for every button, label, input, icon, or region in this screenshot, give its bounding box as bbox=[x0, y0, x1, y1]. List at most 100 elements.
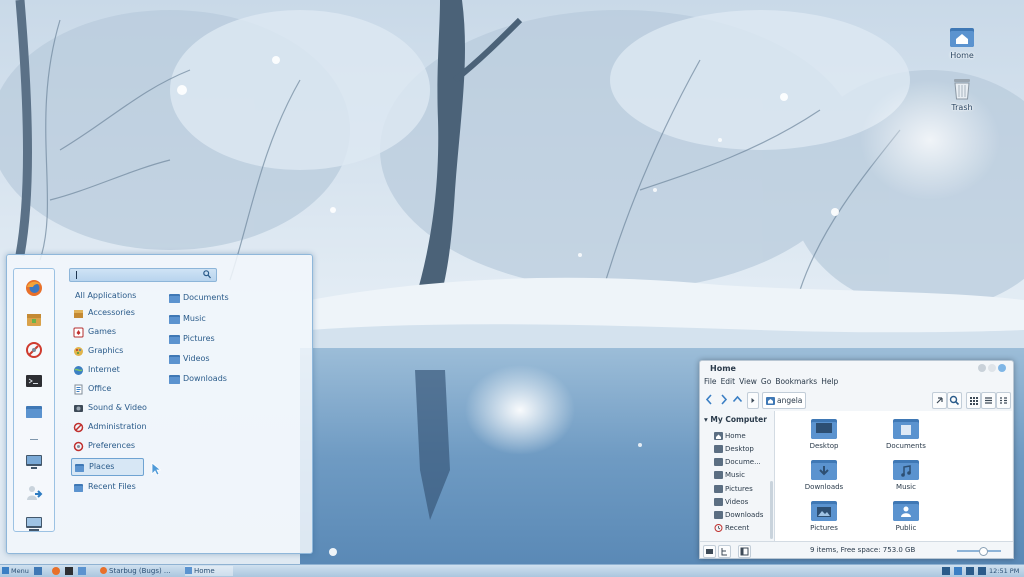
menu-icon bbox=[2, 567, 9, 574]
sound-video-icon bbox=[74, 405, 83, 412]
forward-arrow-icon[interactable] bbox=[717, 392, 730, 407]
tree-toggle-icon[interactable] bbox=[718, 545, 731, 558]
compact-view-icon[interactable] bbox=[996, 392, 1011, 409]
icon-view-icon[interactable] bbox=[966, 392, 981, 409]
office-icon bbox=[74, 384, 83, 395]
search-icon[interactable] bbox=[947, 392, 962, 409]
category-recent-files[interactable]: Recent Files bbox=[71, 479, 145, 495]
menu-go[interactable]: Go bbox=[761, 376, 771, 388]
zoom-slider[interactable] bbox=[957, 547, 1001, 556]
logout-icon[interactable] bbox=[25, 484, 43, 502]
sidebar: ▾ My Computer Home Desktop Docume... Mus… bbox=[700, 411, 775, 541]
menu-view[interactable]: View bbox=[739, 376, 757, 388]
public-folder-icon bbox=[893, 501, 919, 521]
menu-file[interactable]: File bbox=[704, 376, 717, 388]
category-office[interactable]: Office bbox=[71, 381, 145, 397]
desktop-icon-label: Home bbox=[950, 51, 974, 60]
file-manager-window: Home File Edit View Go Bookmarks Help angela … bbox=[699, 360, 1014, 559]
up-arrow-icon[interactable] bbox=[731, 392, 744, 407]
network-icon[interactable] bbox=[942, 567, 950, 575]
desktop-icon-home[interactable]: Home bbox=[942, 26, 982, 60]
category-places[interactable]: Places bbox=[71, 458, 144, 476]
category-preferences[interactable]: Preferences bbox=[71, 438, 145, 454]
show-desktop-icon[interactable] bbox=[34, 567, 42, 575]
category-games[interactable]: Games bbox=[71, 324, 145, 340]
places-folder-icon bbox=[75, 464, 84, 472]
file-pictures[interactable]: Pictures bbox=[799, 501, 849, 532]
hide-sidebar-icon[interactable] bbox=[738, 545, 751, 558]
file-documents[interactable]: Documents bbox=[881, 419, 931, 450]
sidebar-scrollbar[interactable] bbox=[770, 481, 773, 539]
computer-icon[interactable] bbox=[25, 515, 43, 533]
category-administration[interactable]: Administration bbox=[71, 419, 147, 435]
firefox-icon[interactable] bbox=[25, 279, 43, 297]
status-bar: 9 items, Free space: 753.0 GB bbox=[700, 541, 1013, 559]
home-icon bbox=[714, 432, 723, 440]
menu-search-input[interactable] bbox=[69, 268, 217, 282]
separator bbox=[30, 439, 38, 440]
documents-folder-icon bbox=[893, 419, 919, 439]
maximize-button[interactable] bbox=[988, 364, 996, 372]
menu-bar: File Edit View Go Bookmarks Help bbox=[700, 376, 838, 388]
desktop-icon-trash[interactable]: Trash bbox=[942, 76, 982, 112]
category-internet[interactable]: Internet bbox=[71, 362, 145, 378]
files-launcher-icon[interactable] bbox=[78, 567, 86, 575]
firefox-icon bbox=[100, 567, 107, 574]
file-music[interactable]: Music bbox=[881, 460, 931, 491]
menu-button[interactable]: Menu bbox=[2, 566, 29, 576]
breadcrumb-angela[interactable]: angela bbox=[762, 392, 806, 409]
graphics-icon bbox=[74, 347, 83, 356]
toggle-location-icon[interactable] bbox=[747, 392, 759, 409]
category-all-applications[interactable]: All Applications bbox=[71, 288, 145, 304]
folder-icon bbox=[169, 375, 180, 384]
files-icon[interactable] bbox=[25, 403, 43, 421]
file-desktop[interactable]: Desktop bbox=[799, 419, 849, 450]
folder-icon bbox=[169, 294, 180, 303]
system-settings-icon[interactable] bbox=[25, 341, 43, 359]
zoom-slider-handle[interactable] bbox=[979, 547, 989, 556]
home-icon bbox=[766, 397, 775, 405]
list-view-icon[interactable] bbox=[981, 392, 996, 409]
terminal-launcher-icon[interactable] bbox=[65, 567, 73, 575]
bluetooth-icon[interactable] bbox=[954, 567, 962, 575]
folder-icon bbox=[169, 335, 180, 344]
search-icon bbox=[203, 270, 211, 281]
desktop-icon bbox=[714, 445, 723, 453]
recent-icon bbox=[714, 524, 723, 532]
taskbar-window-browser[interactable]: Starbug (Bugs) ... bbox=[100, 566, 182, 576]
places-toggle-icon[interactable] bbox=[703, 545, 716, 558]
status-text: 9 items, Free space: 753.0 GB bbox=[810, 546, 916, 554]
back-arrow-icon[interactable] bbox=[703, 392, 716, 407]
category-sound-video[interactable]: Sound & Video bbox=[71, 400, 147, 416]
terminal-icon[interactable] bbox=[25, 372, 43, 390]
file-downloads[interactable]: Downloads bbox=[799, 460, 849, 491]
file-public[interactable]: Public bbox=[881, 501, 931, 532]
paste-icon[interactable] bbox=[932, 392, 947, 409]
mouse-pointer-icon bbox=[151, 462, 161, 476]
title-bar[interactable]: Home bbox=[700, 361, 1013, 376]
folder-icon bbox=[185, 567, 192, 574]
category-graphics[interactable]: Graphics bbox=[71, 343, 145, 359]
menu-help[interactable]: Help bbox=[821, 376, 838, 388]
clock[interactable]: 12:51 PM bbox=[989, 566, 1019, 576]
desktop-icon-label: Trash bbox=[951, 103, 973, 112]
battery-icon[interactable] bbox=[978, 567, 986, 575]
menu-edit[interactable]: Edit bbox=[721, 376, 736, 388]
close-button[interactable] bbox=[998, 364, 1006, 372]
firefox-launcher-icon[interactable] bbox=[52, 567, 60, 575]
category-accessories[interactable]: Accessories bbox=[71, 305, 145, 321]
monitor-icon[interactable] bbox=[25, 453, 43, 471]
accessories-icon bbox=[74, 310, 83, 318]
software-manager-icon[interactable] bbox=[25, 310, 43, 328]
volume-icon[interactable] bbox=[966, 567, 974, 575]
pictures-folder-icon bbox=[811, 501, 837, 521]
taskbar-window-home[interactable]: Home bbox=[185, 566, 233, 576]
application-menu: All Applications Accessories Games Graph… bbox=[6, 254, 313, 554]
minimize-button[interactable] bbox=[978, 364, 986, 372]
file-view: Desktop Documents Downloads Music Pictur… bbox=[775, 411, 1012, 541]
menu-bookmarks[interactable]: Bookmarks bbox=[775, 376, 817, 388]
toolbar: angela bbox=[700, 389, 1013, 411]
sidebar-header[interactable]: ▾ My Computer bbox=[704, 415, 767, 424]
desktop-folder-icon bbox=[811, 419, 837, 439]
documents-icon bbox=[714, 458, 723, 466]
